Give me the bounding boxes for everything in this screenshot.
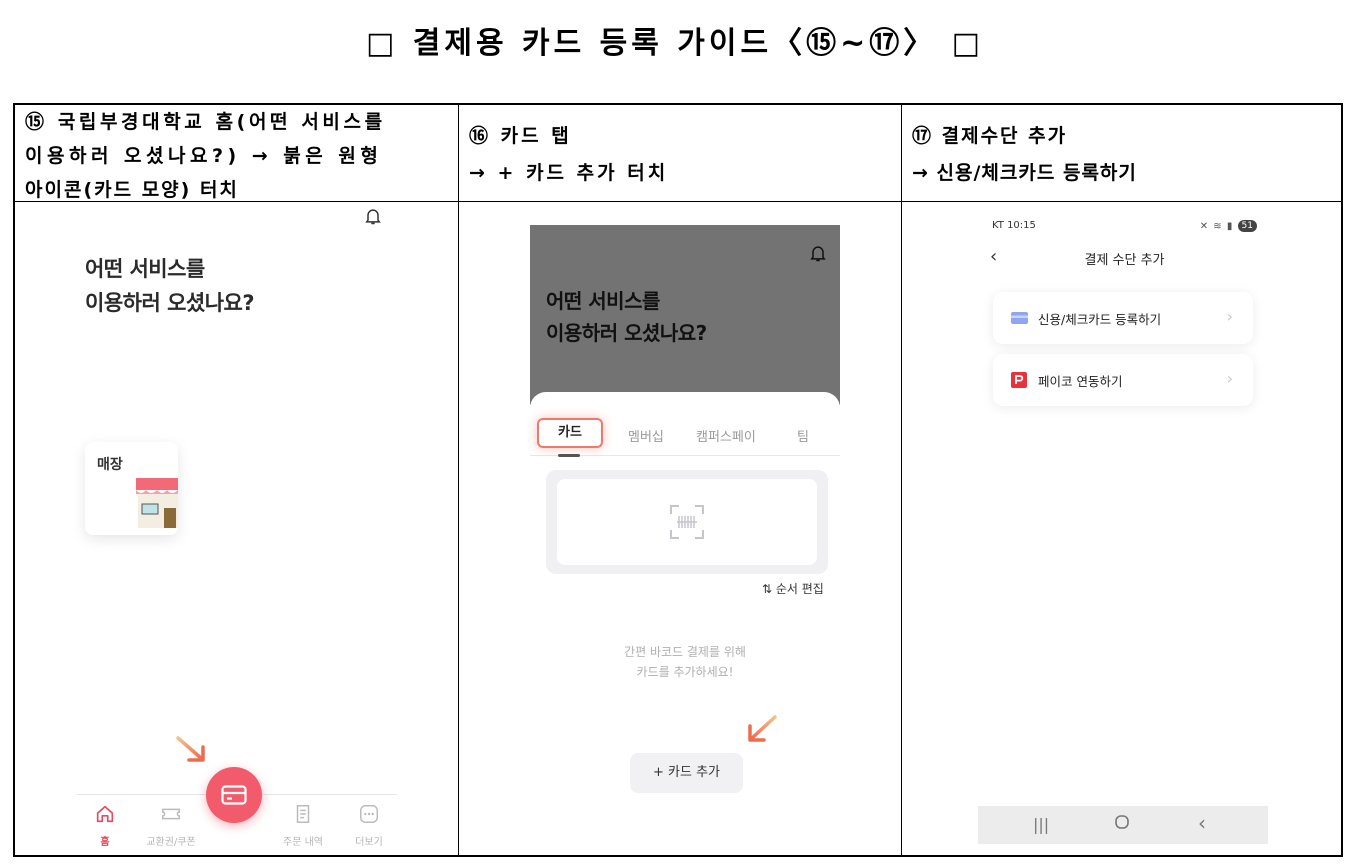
orange-arrow-icon <box>176 736 205 762</box>
nav-home-label: 홈 <box>100 837 110 848</box>
tab-card[interactable]: 카드 <box>537 418 603 448</box>
chevron-right-icon: › <box>1226 307 1233 326</box>
greeting-line-2: 이용하러 오셨나요? <box>85 291 255 315</box>
step-16-line-1: ⑯ 카드 탭 <box>469 125 572 147</box>
back-icon[interactable]: ‹ <box>1198 811 1206 835</box>
credit-card-icon <box>1011 312 1028 324</box>
step-17-header: ⑰ 결제수단 추가 → 신용/체크카드 등록하기 <box>902 105 1343 202</box>
home-icon <box>96 805 114 823</box>
recent-apps-icon[interactable]: ||| <box>1033 815 1049 834</box>
step-15-header: ⑮ 국립부경대학교 홈(어떤 서비스를 이용하러 오셨나요?) → 붉은 원형 … <box>15 105 459 202</box>
greeting-line-1: 어떤 서비스를 <box>546 289 660 313</box>
step-17-line-2: → 신용/체크카드 등록하기 <box>912 162 1137 184</box>
card-placeholder[interactable] <box>557 479 817 565</box>
system-nav-bar: ||| ‹ <box>978 806 1268 844</box>
tab-team[interactable]: 팀 <box>797 426 809 445</box>
receipt-icon <box>296 805 310 823</box>
empty-message-line-2: 카드를 추가하세요! <box>636 665 734 679</box>
tab-bar: 카드 멤버십 캠퍼스페이 팀 <box>530 418 840 457</box>
barcode-scan-icon <box>670 505 704 539</box>
nav-more[interactable]: 더보기 <box>339 803 399 848</box>
orange-arrow-icon <box>748 715 777 742</box>
option-credit-card-label: 신용/체크카드 등록하기 <box>1038 312 1162 327</box>
store-icon <box>136 478 178 528</box>
tab-indicator <box>558 454 580 457</box>
status-icons: ✕ ≋ ▮ 51 <box>1200 220 1257 232</box>
step-15-line-2: 이용하러 오셨나요?) → 붉은 원형 <box>25 145 383 167</box>
greeting: 어떤 서비스를 이용하러 오셨나요? <box>546 285 707 349</box>
screenshot-add-payment: KT 10:15 ✕ ≋ ▮ 51 ‹ 결제 수단 추가 신용/체크카드 등록하… <box>902 202 1343 855</box>
greeting-line-2: 이용하러 오셨나요? <box>546 321 707 345</box>
greeting-line-1: 어떤 서비스를 <box>85 257 205 281</box>
option-credit-card[interactable]: 신용/체크카드 등록하기 › <box>993 292 1253 344</box>
option-payco-label: 페이코 연동하기 <box>1038 374 1123 389</box>
battery-level: 51 <box>1237 220 1257 232</box>
more-icon <box>360 805 378 823</box>
option-payco[interactable]: 페이코 연동하기 › <box>993 354 1253 406</box>
status-bar: KT 10:15 ✕ ≋ ▮ 51 <box>992 220 1257 236</box>
step-17-line-1: ⑰ 결제수단 추가 <box>912 125 1068 147</box>
card-icon <box>221 785 247 805</box>
chevron-right-icon: › <box>1226 369 1233 388</box>
nav-coupons[interactable]: 교환권/쿠폰 <box>141 803 201 848</box>
store-card[interactable]: 매장 <box>85 442 178 535</box>
card-fab-button[interactable] <box>206 767 262 823</box>
greeting: 어떤 서비스를 이용하러 오셨나요? <box>85 252 255 320</box>
reorder-button[interactable]: ⇅ 순서 편집 <box>762 580 824 597</box>
tab-membership[interactable]: 멤버십 <box>628 426 664 445</box>
payco-icon <box>1011 372 1027 388</box>
tab-campus-pay[interactable]: 캠퍼스페이 <box>696 426 756 445</box>
document-title: □ 결제용 카드 등록 가이드〈⑮~⑰〉 □ <box>365 26 985 61</box>
empty-message: 간편 바코드 결제를 위해 카드를 추가하세요! <box>530 642 840 682</box>
bell-icon[interactable] <box>363 206 383 226</box>
nav-orders[interactable]: 주문 내역 <box>273 803 333 848</box>
card-slot <box>546 470 828 574</box>
step-16-line-2: → + 카드 추가 터치 <box>469 162 669 184</box>
ticket-icon <box>162 808 180 820</box>
bell-icon[interactable] <box>808 243 828 263</box>
step-15-line-3: 아이콘(카드 모양) 터치 <box>25 179 239 201</box>
screenshot-home: 어떤 서비스를 이용하러 오셨나요? 매장 홈 교환권/쿠폰 주문 내역 더보기 <box>15 202 459 855</box>
empty-message-line-1: 간편 바코드 결제를 위해 <box>624 645 746 659</box>
dimmed-header: 어떤 서비스를 이용하러 오셨나요? <box>530 225 840 405</box>
home-circle-icon[interactable] <box>1114 814 1130 834</box>
store-label: 매장 <box>97 457 123 473</box>
guide-table: ⑮ 국립부경대학교 홈(어떤 서비스를 이용하러 오셨나요?) → 붉은 원형 … <box>13 103 1343 857</box>
step-16-header: ⑯ 카드 탭 → + 카드 추가 터치 <box>459 105 902 202</box>
add-card-button[interactable]: + 카드 추가 <box>630 753 743 793</box>
step-15-line-1: ⑮ 국립부경대학교 홈(어떤 서비스를 <box>25 111 386 133</box>
page-title: 결제 수단 추가 <box>1084 253 1165 268</box>
nav-home[interactable]: 홈 <box>75 803 135 848</box>
nav-coupons-label: 교환권/쿠폰 <box>146 837 196 848</box>
nav-more-label: 더보기 <box>355 837 383 848</box>
screenshot-card-tab: 어떤 서비스를 이용하러 오셨나요? 카드 멤버십 캠퍼스페이 팀 ⇅ 순서 편… <box>459 202 902 855</box>
nav-orders-label: 주문 내역 <box>283 837 323 848</box>
status-time: KT 10:15 <box>992 220 1036 231</box>
